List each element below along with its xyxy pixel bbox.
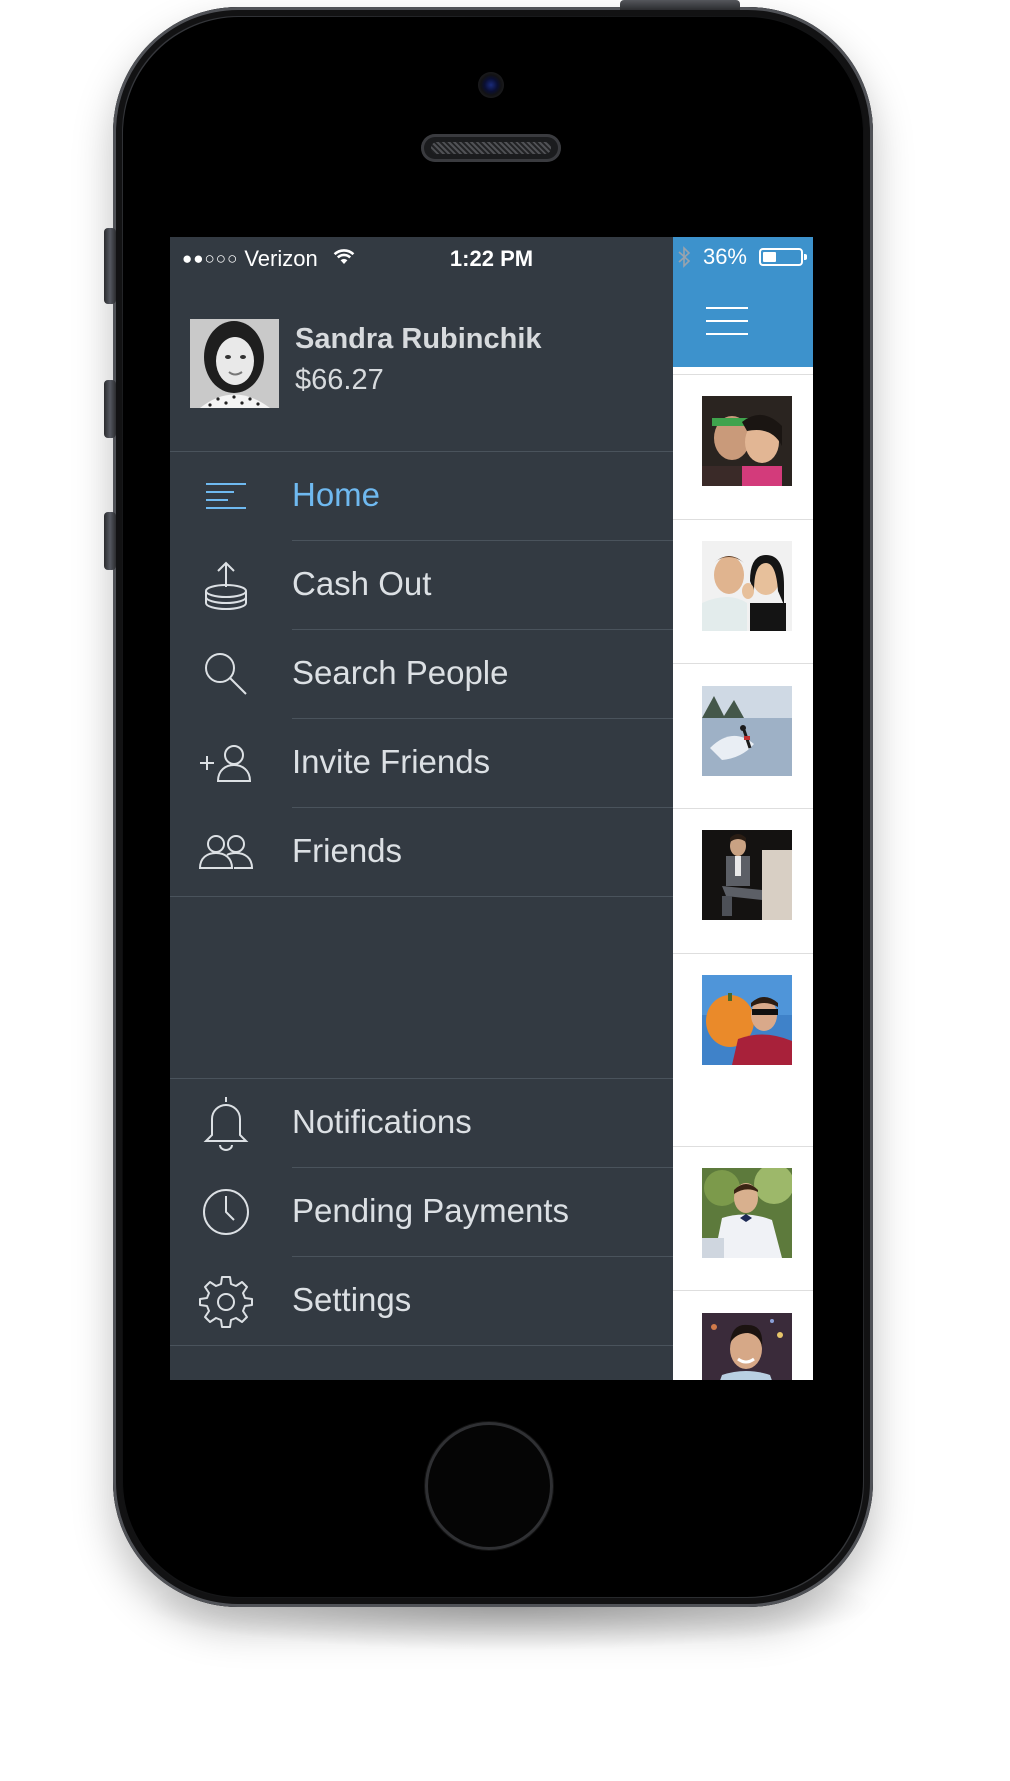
front-camera — [478, 72, 504, 98]
menu-item-search-people[interactable]: Search People — [170, 630, 673, 718]
phone-screen: ●●○○○ Verizon 1:22 PM 36% Sandra Rubinch… — [170, 237, 813, 1380]
volume-down-button — [104, 512, 116, 570]
profile-text: Sandra Rubinchik $66.27 — [295, 319, 542, 409]
feed-photo-thumbnail[interactable] — [702, 975, 792, 1065]
volume-up-button — [104, 380, 116, 438]
menu-item-settings[interactable]: Settings — [170, 1257, 673, 1345]
bell-icon — [203, 1097, 249, 1151]
section-divider — [170, 1345, 673, 1346]
menu-item-label: Search People — [292, 654, 509, 691]
feed-separator — [673, 953, 813, 954]
menu-item-cash-out[interactable]: Cash Out — [170, 541, 673, 629]
battery-nub — [804, 254, 807, 260]
bluetooth-icon — [678, 246, 691, 268]
menu-item-label: Invite Friends — [292, 743, 491, 780]
friends-icon — [198, 835, 254, 869]
feed-photo-thumbnail[interactable] — [702, 686, 792, 776]
menu-item-label: Cash Out — [292, 565, 432, 602]
feed-separator — [673, 1290, 813, 1291]
clock-icon — [203, 1189, 249, 1235]
menu-item-label: Pending Payments — [292, 1192, 570, 1229]
search-icon — [205, 653, 247, 695]
menu-item-home[interactable]: Home — [170, 452, 673, 540]
menu-item-notifications[interactable]: Notifications — [170, 1079, 673, 1167]
feed-photo-thumbnail[interactable] — [702, 396, 792, 486]
menu-item-friends[interactable]: Friends — [170, 808, 673, 896]
status-right: 36% — [677, 244, 807, 270]
battery-icon — [759, 248, 807, 266]
home-button[interactable] — [425, 1422, 553, 1550]
battery-percent: 36% — [702, 244, 747, 269]
add-person-icon — [200, 745, 252, 782]
home-lines-icon — [206, 483, 246, 509]
earpiece-speaker — [421, 134, 561, 162]
feed-separator — [673, 1146, 813, 1147]
power-button — [620, 0, 740, 10]
menu-item-label: Friends — [292, 832, 403, 869]
feed-photo-thumbnail[interactable] — [702, 541, 792, 631]
mute-switch — [104, 228, 116, 304]
coin-upload-icon — [205, 561, 247, 610]
feed-photo-thumbnail[interactable] — [702, 1168, 792, 1258]
account-balance: $66.27 — [295, 364, 384, 396]
status-bar: ●●○○○ Verizon 1:22 PM 36% — [170, 237, 813, 279]
menu-item-label: Notifications — [292, 1103, 472, 1140]
feed-separator — [673, 374, 813, 375]
section-divider — [170, 896, 673, 897]
avatar — [190, 319, 279, 408]
menu-item-invite-friends[interactable]: Invite Friends — [170, 719, 673, 807]
menu-item-label: Home — [292, 476, 381, 513]
gear-icon — [199, 1276, 253, 1328]
feed-separator — [673, 663, 813, 664]
side-menu-drawer: Sandra Rubinchik $66.27 Home Cash Out Se… — [170, 237, 673, 1380]
feed-photo-thumbnail[interactable] — [702, 1313, 792, 1380]
hamburger-menu-icon[interactable] — [706, 307, 748, 335]
profile-header[interactable]: Sandra Rubinchik $66.27 — [190, 319, 542, 409]
user-name: Sandra Rubinchik — [295, 323, 542, 355]
feed-photo-thumbnail[interactable] — [702, 830, 792, 920]
battery-fill — [763, 252, 776, 262]
feed-separator — [673, 519, 813, 520]
menu-item-pending-payments[interactable]: Pending Payments — [170, 1168, 673, 1256]
feed-separator — [673, 808, 813, 809]
main-content-pane[interactable] — [673, 237, 813, 1380]
menu-item-label: Settings — [292, 1281, 412, 1318]
